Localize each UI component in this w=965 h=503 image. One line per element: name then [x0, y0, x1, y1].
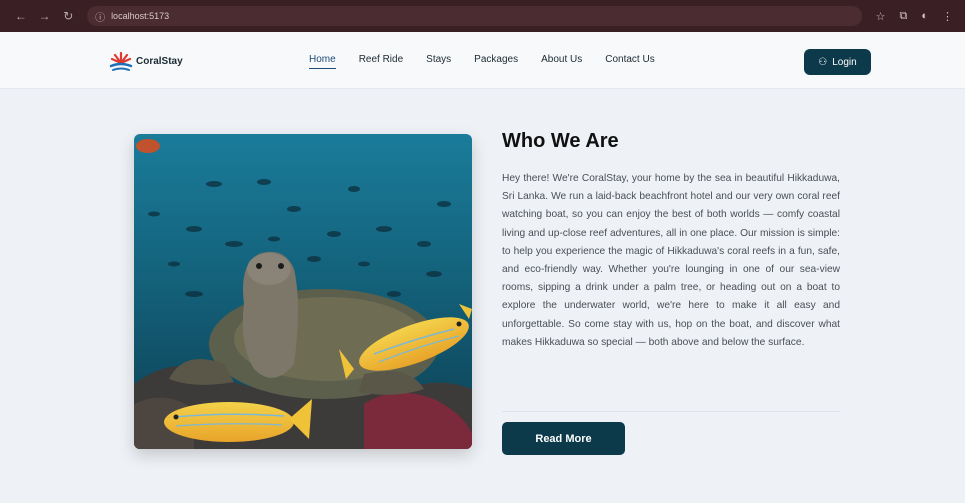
nav-reef-ride[interactable]: Reef Ride — [359, 54, 403, 69]
login-button[interactable]: ⚇ Login — [804, 49, 871, 75]
address-bar[interactable]: ⓘ localhost:5173 — [87, 6, 862, 26]
login-label: Login — [832, 56, 857, 68]
turtle-reef-image — [134, 134, 472, 449]
back-icon[interactable]: ← — [12, 9, 30, 23]
brand-logo[interactable]: CoralStay — [108, 49, 183, 73]
browser-toolbar: ← → ↻ ⓘ localhost:5173 ☆ ⧉ ◐ ⋮ — [0, 0, 965, 32]
extensions-icon[interactable]: ⧉ — [899, 10, 907, 23]
site-info-icon[interactable]: ⓘ — [95, 9, 105, 24]
nav-about-us[interactable]: About Us — [541, 54, 582, 69]
menu-icon[interactable]: ⋮ — [942, 10, 953, 23]
reload-icon[interactable]: ↻ — [59, 9, 77, 23]
nav-packages[interactable]: Packages — [474, 54, 518, 69]
coral-logo-icon — [109, 51, 133, 71]
underwater-illustration — [134, 134, 472, 449]
about-paragraph: Hey there! We're CoralStay, your home by… — [502, 173, 840, 348]
url-text: localhost:5173 — [111, 11, 170, 21]
section-title: Who We Are — [502, 130, 619, 152]
profile-icon[interactable]: ◐ — [921, 10, 928, 22]
read-more-button[interactable]: Read More — [502, 422, 625, 455]
nav-home[interactable]: Home — [309, 54, 336, 69]
forward-icon[interactable]: → — [36, 9, 54, 23]
nav-contact-us[interactable]: Contact Us — [605, 54, 654, 69]
main-nav: Home Reef Ride Stays Packages About Us C… — [309, 54, 678, 69]
user-icon: ⚇ — [818, 56, 828, 68]
bookmark-star-icon[interactable]: ☆ — [876, 10, 886, 23]
section-divider — [502, 411, 840, 412]
site-header: CoralStay Home Reef Ride Stays Packages … — [0, 32, 965, 89]
read-more-label: Read More — [535, 432, 592, 445]
nav-stays[interactable]: Stays — [426, 54, 451, 69]
brand-name: CoralStay — [136, 55, 183, 67]
